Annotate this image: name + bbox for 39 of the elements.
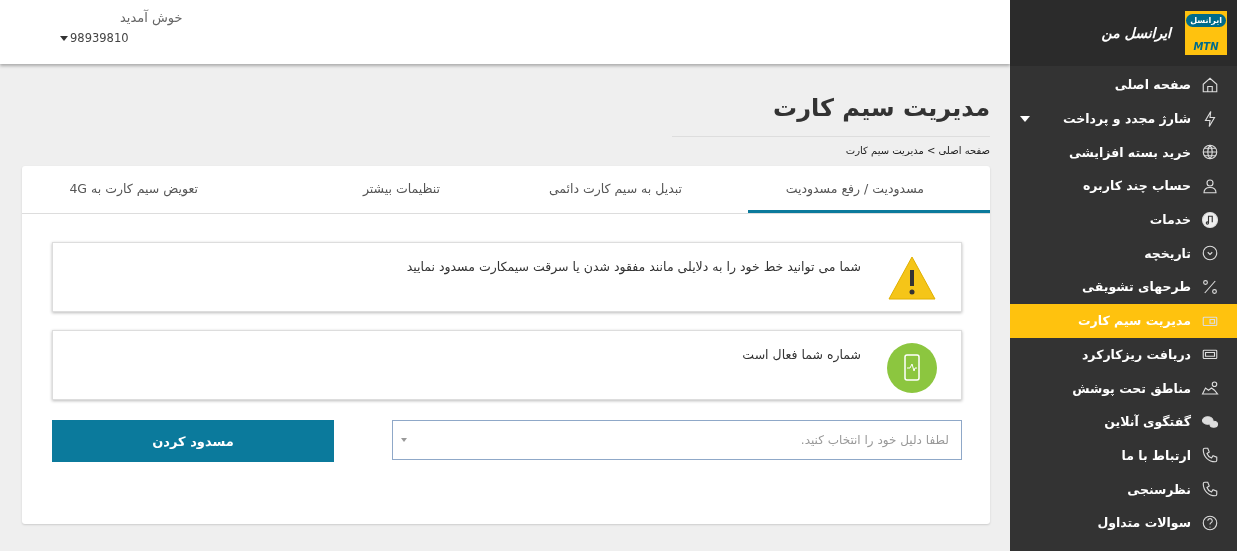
sidebar-item[interactable]: خدمات — [1010, 202, 1237, 237]
greeting: خوش آمدید — [120, 10, 183, 25]
sidebar-item[interactable]: گفتگوی آنلاین — [1010, 404, 1237, 439]
sidebar-item[interactable]: نظرسنجی — [1010, 472, 1237, 506]
sidebar-item[interactable]: مناطق تحت پوشش — [1010, 371, 1237, 405]
page-title: مدیریت سیم کارت — [672, 94, 990, 137]
logo-text: MTN — [1193, 41, 1219, 52]
sidebar-item[interactable]: طرحهای تشویقی — [1010, 270, 1237, 304]
block-button[interactable]: مسدود کردن — [52, 420, 334, 462]
caret-icon — [60, 35, 68, 41]
phone-icon — [1201, 480, 1219, 499]
sidebar-item[interactable]: خرید بسته افزایشی — [1010, 135, 1237, 170]
sidebar-item[interactable]: سوالات متداول — [1010, 505, 1237, 540]
logo-text: ایرانسل — [1186, 14, 1226, 27]
percent-icon — [1201, 277, 1219, 296]
tab[interactable]: مسدودیت / رفع مسدودیت — [748, 166, 990, 213]
tab[interactable]: تعویض سیم کارت به 4G — [22, 166, 264, 213]
account-menu[interactable]: 98939810 — [60, 31, 129, 45]
help-icon — [1201, 513, 1219, 532]
sidebar-item[interactable]: صفحه اصلی — [1010, 68, 1237, 102]
tab[interactable]: تنظیمات بیشتر — [264, 166, 506, 213]
alert-text: شماره شما فعال است — [742, 346, 861, 362]
warning-icon — [887, 255, 937, 301]
breadcrumb: صفحه اصلی > مدیریت سیم کارت — [845, 145, 990, 156]
sidebar-item[interactable]: شارژ مجدد و پرداخت — [1010, 101, 1237, 136]
brand-name: ایرانسل من — [1101, 25, 1171, 41]
sidebar-item[interactable]: ارتباط با ما — [1010, 438, 1237, 473]
caret-icon — [401, 438, 407, 442]
music-icon — [1201, 210, 1219, 229]
sidebar-item[interactable]: دریافت ریزکارکرد — [1010, 337, 1237, 372]
sidebar-item[interactable]: تاریخچه — [1010, 236, 1237, 271]
home-icon — [1201, 75, 1219, 94]
sidebar-item[interactable]: حساب چند کاربره — [1010, 169, 1237, 203]
alert-text: شما می توانید خط خود را به دلایلی مانند مفقود شدن یا سرقت سیمکارت مسدود نمایید — [406, 258, 861, 274]
user-icon — [1201, 176, 1219, 195]
phone-icon — [1201, 446, 1219, 465]
globe-icon — [1201, 143, 1219, 162]
tab[interactable]: تبدیل به سیم کارت دائمی — [506, 166, 748, 213]
phone-status-icon — [887, 343, 937, 393]
